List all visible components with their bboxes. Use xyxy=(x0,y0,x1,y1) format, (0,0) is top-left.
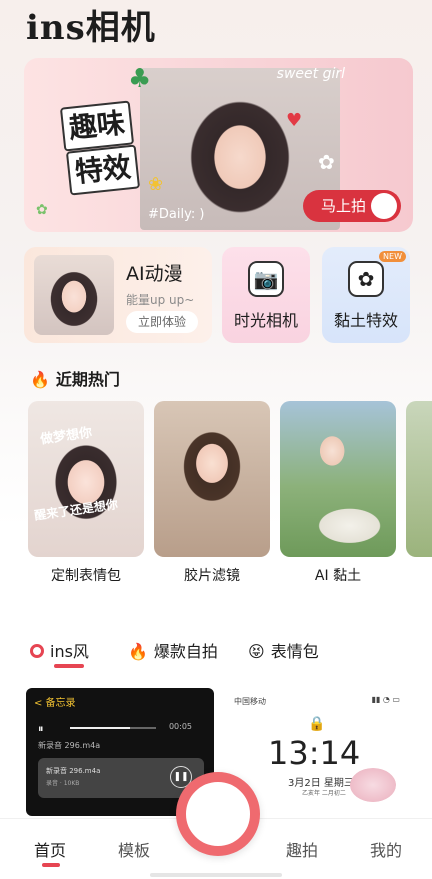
clay-effect-card[interactable]: NEW ✿ 黏土特效 xyxy=(322,247,410,343)
section-title-text: 近期热门 xyxy=(55,370,120,389)
hero-sticker-top: 趣味 xyxy=(59,100,135,152)
shoot-now-button[interactable]: 马上拍 xyxy=(303,190,401,222)
decoration-sticker xyxy=(350,768,396,802)
bunny-icon: ✿ xyxy=(318,150,335,174)
hot-list: 做梦想你 醒来了还是想你 定制表情包 胶片滤镜 AI 黏土 xyxy=(28,401,432,591)
ring-icon xyxy=(30,644,44,658)
camera-shutter-button[interactable] xyxy=(176,772,260,856)
hero-watermark: sweet girl xyxy=(276,66,345,82)
flower-icon: ❀ xyxy=(148,174,164,195)
time-camera-label: 时光相机 xyxy=(233,311,298,330)
lockscreen-clock: 13:14 xyxy=(268,734,361,772)
ai-anime-subtitle: 能量up up~ xyxy=(126,293,195,307)
hot-item-caption: AI 黏土 xyxy=(314,568,362,584)
shoot-now-label: 马上拍 xyxy=(321,197,367,215)
time-camera-card[interactable]: 📷 时光相机 xyxy=(222,247,310,343)
overlay-text-bottom: 醒来了还是想你 xyxy=(33,497,119,523)
tab-label: 爆款自拍 xyxy=(153,642,218,661)
hero-banner[interactable]: ♣ ♥ ✿ ❀ ✿ 趣味 特效 sweet girl #Daily: ) 马上拍 xyxy=(24,58,413,232)
hot-item-image: 做梦想你 醒来了还是想你 xyxy=(28,401,144,557)
lockscreen-date: 3月2日 星期三 xyxy=(288,778,354,789)
clay-effect-label: 黏土特效 xyxy=(333,311,398,330)
app-title: ins相机 xyxy=(26,8,156,48)
hot-item-image xyxy=(280,401,396,557)
try-now-button[interactable]: 立即体验 xyxy=(126,311,198,333)
fire-icon: 🔥 xyxy=(128,642,148,661)
section-title-hot: 🔥 近期热门 xyxy=(30,366,120,390)
toggle-knob xyxy=(371,193,397,219)
nav-me[interactable]: 我的 xyxy=(370,837,402,861)
feature-row: AI动漫 能量up up~ 立即体验 📷 时光相机 NEW ✿ 黏土特效 xyxy=(24,247,414,343)
ai-anime-card[interactable]: AI动漫 能量up up~ 立即体验 xyxy=(24,247,212,343)
home-indicator xyxy=(150,873,282,877)
lockscreen-lunar-date: 乙亥年 二月初二 xyxy=(302,790,346,797)
tree-icon: ♣ xyxy=(128,64,152,94)
audio-card-title: 新录音 296.m4a xyxy=(46,767,101,775)
template-tabs: ins风 🔥 爆款自拍 😝 表情包 xyxy=(28,638,428,668)
hot-item-clay[interactable]: AI 黏土 xyxy=(280,401,396,585)
hot-item-caption: 定制表情包 xyxy=(51,568,121,584)
hot-item-emoji[interactable]: 做梦想你 醒来了还是想你 定制表情包 xyxy=(28,401,144,585)
flower-icon: ✿ xyxy=(36,202,48,218)
audio-progress xyxy=(70,727,156,729)
overlay-text-top: 做梦想你 xyxy=(39,425,94,448)
active-tab-indicator xyxy=(54,664,84,668)
smile-icon: 😝 xyxy=(248,642,265,661)
nav-home[interactable]: 首页 xyxy=(34,837,66,861)
carrier-label: 中国移动 xyxy=(234,697,266,706)
tab-label: 表情包 xyxy=(270,642,319,661)
back-link: < 备忘录 xyxy=(34,698,76,709)
active-nav-indicator xyxy=(42,863,60,867)
tab-label: ins风 xyxy=(50,642,89,661)
hot-item-partial[interactable] xyxy=(406,401,432,557)
hot-item-image xyxy=(154,401,270,557)
heart-icon: ♥ xyxy=(286,110,303,131)
audio-card: 新录音 296.m4a 录音 · 10KB ❚❚ xyxy=(38,758,204,798)
audio-card-subtitle: 录音 · 10KB xyxy=(46,780,80,787)
audio-time: 00:05 xyxy=(168,722,192,731)
tab-hot-selfie[interactable]: 🔥 爆款自拍 xyxy=(128,638,218,662)
flower-icon: ✿ xyxy=(348,261,384,297)
nav-fun-shoot[interactable]: 趣拍 xyxy=(286,837,318,861)
hot-item-image xyxy=(406,401,432,557)
camera-icon: 📷 xyxy=(248,261,284,297)
pause-icon: ⏸ xyxy=(38,722,44,735)
ai-anime-thumbnail xyxy=(34,255,114,335)
status-icons: ▮▮ ◔ ▭ xyxy=(371,695,400,704)
hero-tag: #Daily: ) xyxy=(148,207,205,222)
ai-anime-title: AI动漫 xyxy=(126,263,183,285)
lock-icon: 🔒 xyxy=(308,716,326,732)
nav-templates[interactable]: 模板 xyxy=(118,837,150,861)
tab-ins-style[interactable]: ins风 xyxy=(30,638,89,662)
hero-sticker-bottom: 特效 xyxy=(65,144,141,196)
new-badge: NEW xyxy=(379,251,406,262)
tab-emoji[interactable]: 😝 表情包 xyxy=(248,638,319,662)
fire-icon: 🔥 xyxy=(30,370,50,389)
hot-item-caption: 胶片滤镜 xyxy=(184,568,240,584)
hot-item-film[interactable]: 胶片滤镜 xyxy=(154,401,270,585)
audio-file-name: 新录音 296.m4a xyxy=(38,741,101,750)
